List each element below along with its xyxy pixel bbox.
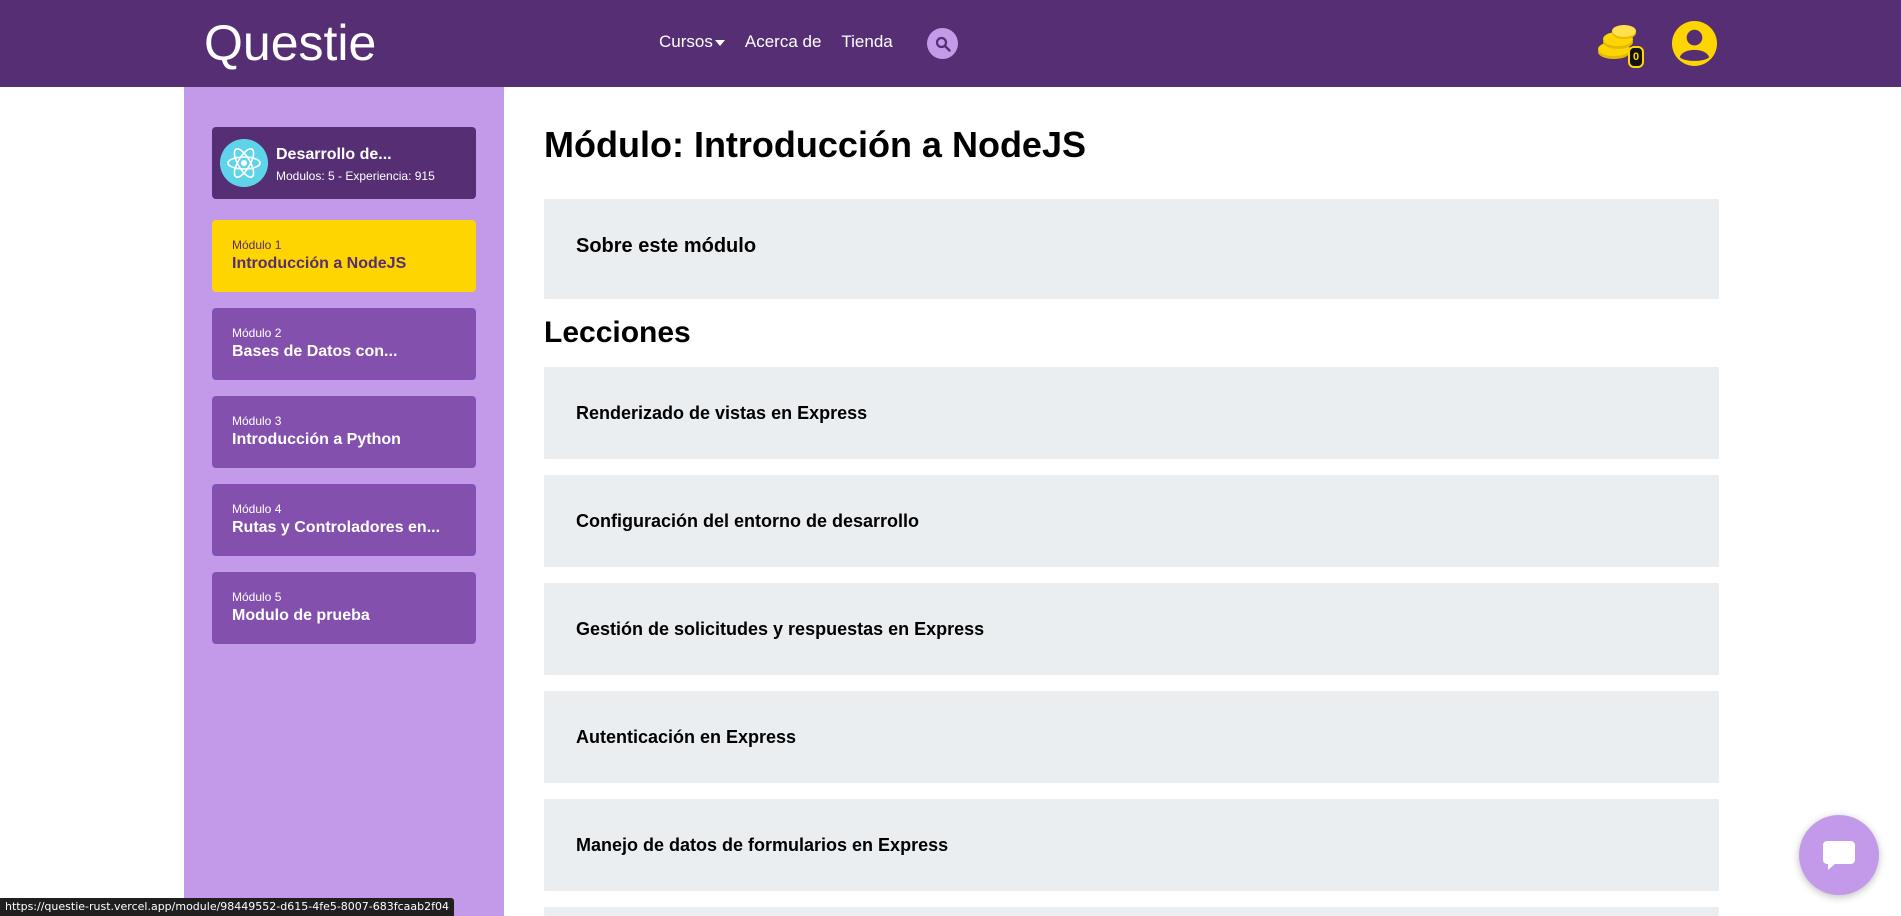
sidebar-module-5[interactable]: Módulo 5 Modulo de prueba	[212, 572, 476, 644]
module-title: Introducción a NodeJS	[232, 255, 407, 272]
course-meta: Modulos: 5 - Experiencia: 915	[276, 169, 435, 183]
lesson-title: Renderizado de vistas en Express	[576, 403, 868, 423]
lesson-title: Autenticación en Express	[576, 727, 797, 747]
chat-button[interactable]	[1799, 815, 1879, 895]
sidebar-module-3[interactable]: Módulo 3 Introducción a Python	[212, 396, 476, 468]
nav-tienda[interactable]: Tienda	[841, 32, 892, 52]
lesson-title: Gestión de solicitudes y respuestas en E…	[576, 619, 985, 639]
lesson-item[interactable]: Autenticación en Express	[544, 691, 1719, 783]
top-header: Questie Cursos Acerca de Tienda 0	[0, 0, 1901, 87]
chevron-down-icon	[714, 40, 725, 46]
nav-tienda-label: Tienda	[841, 32, 893, 51]
sidebar-module-4[interactable]: Módulo 4 Rutas y Controladores en...	[212, 484, 476, 556]
module-number: Módulo 4	[232, 502, 282, 516]
course-title: Desarrollo de...	[276, 146, 392, 163]
module-number: Módulo 3	[232, 414, 282, 428]
module-title: Bases de Datos con...	[232, 343, 398, 360]
lesson-item[interactable]: Configuración del entorno de desarrollo	[544, 475, 1719, 567]
lesson-item[interactable]: Gestión de solicitudes y respuestas en E…	[544, 583, 1719, 675]
module-title: Modulo de prueba	[232, 607, 370, 624]
module-number: Módulo 5	[232, 590, 282, 604]
logo[interactable]: Questie	[204, 14, 376, 72]
lesson-item-partial[interactable]	[544, 907, 1719, 916]
react-atom-icon	[220, 139, 268, 187]
status-bar-url: https://questie-rust.vercel.app/module/9…	[0, 898, 455, 916]
lessons-heading: Lecciones	[544, 316, 691, 349]
lesson-item[interactable]: Renderizado de vistas en Express	[544, 367, 1719, 459]
lesson-title: Configuración del entorno de desarrollo	[576, 511, 920, 531]
module-title: Introducción a Python	[232, 431, 401, 448]
sidebar: Desarrollo de... Modulos: 5 - Experienci…	[184, 87, 504, 916]
module-title: Rutas y Controladores en...	[232, 519, 441, 536]
nav-acerca-de[interactable]: Acerca de	[745, 32, 822, 52]
main-nav: Cursos Acerca de Tienda	[659, 32, 913, 52]
user-circle-icon[interactable]	[1671, 20, 1718, 67]
search-button[interactable]	[927, 28, 958, 59]
nav-cursos-label: Cursos	[659, 32, 713, 51]
module-number: Módulo 2	[232, 326, 282, 340]
sidebar-module-1[interactable]: Módulo 1 Introducción a NodeJS	[212, 220, 476, 292]
about-module-section[interactable]: Sobre este módulo	[544, 199, 1719, 299]
search-icon	[935, 36, 951, 52]
module-number: Módulo 1	[232, 238, 282, 252]
sidebar-module-2[interactable]: Módulo 2 Bases de Datos con...	[212, 308, 476, 380]
about-module-label: Sobre este módulo	[576, 235, 757, 257]
course-card[interactable]: Desarrollo de... Modulos: 5 - Experienci…	[212, 127, 476, 199]
chat-bubble-icon	[1823, 841, 1855, 870]
page-title: Módulo: Introducción a NodeJS	[544, 124, 1086, 165]
nav-cursos[interactable]: Cursos	[659, 32, 725, 52]
nav-acerca-label: Acerca de	[744, 32, 822, 51]
lesson-title: Manejo de datos de formularios en Expres…	[576, 835, 949, 855]
coins-count-badge: 0	[1628, 46, 1644, 68]
lesson-item[interactable]: Manejo de datos de formularios en Expres…	[544, 799, 1719, 891]
